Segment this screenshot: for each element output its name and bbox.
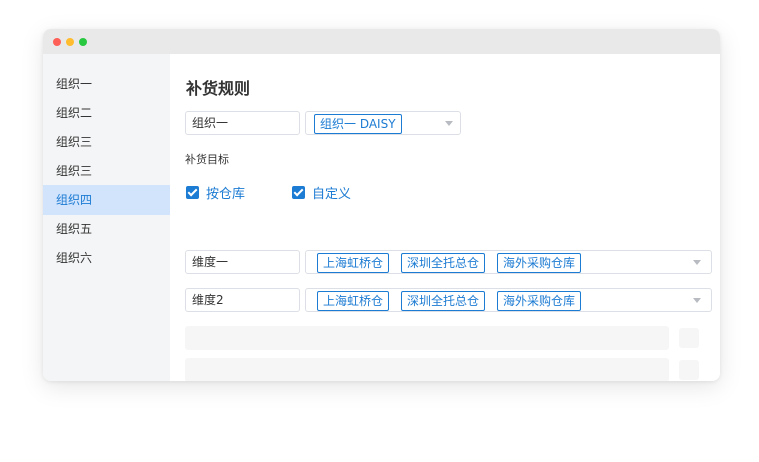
org-select[interactable]: 组织一 DAISY <box>305 111 461 135</box>
checkbox-by-warehouse[interactable]: 按仓库 <box>186 183 245 202</box>
caret-down-icon <box>693 298 701 303</box>
checkbox-custom-label: 自定义 <box>312 187 352 202</box>
checkmark-icon <box>186 186 199 199</box>
window-minimize-dot[interactable] <box>66 38 74 46</box>
window-titlebar <box>43 29 720 54</box>
caret-down-icon <box>693 260 701 265</box>
warehouse-tag[interactable]: 海外采购仓库 <box>497 253 582 273</box>
warehouse-tag[interactable]: 海外采购仓库 <box>497 291 582 311</box>
sidebar-item-org-3b[interactable]: 组织三 <box>43 156 170 186</box>
sidebar-item-org-5[interactable]: 组织五 <box>43 214 170 244</box>
warehouse-tag[interactable]: 上海虹桥仓 <box>317 291 390 311</box>
skeleton-row <box>185 326 669 350</box>
skeleton-action <box>679 328 699 348</box>
main-panel: 补货规则 组织一 组织一 DAISY 补货目标 按仓库 自定义 维度一 上海虹桥… <box>170 54 720 381</box>
warehouse-tag[interactable]: 深圳全托总仓 <box>401 253 486 273</box>
target-label: 补货目标 <box>185 153 229 166</box>
warehouse-select-2[interactable]: 上海虹桥仓 深圳全托总仓 海外采购仓库 <box>305 288 712 312</box>
warehouse-tag[interactable]: 上海虹桥仓 <box>317 253 390 273</box>
org-input[interactable]: 组织一 <box>185 111 300 135</box>
sidebar-item-org-6[interactable]: 组织六 <box>43 243 170 273</box>
sidebar-item-org-1[interactable]: 组织一 <box>43 69 170 99</box>
app-window: 组织一 组织二 组织三 组织三 组织四 组织五 组织六 补货规则 组织一 组织一… <box>43 29 720 381</box>
checkbox-custom[interactable]: 自定义 <box>292 183 351 202</box>
sidebar: 组织一 组织二 组织三 组织三 组织四 组织五 组织六 <box>43 54 170 381</box>
warehouse-select-1[interactable]: 上海虹桥仓 深圳全托总仓 海外采购仓库 <box>305 250 712 274</box>
dimension-name-input-2[interactable]: 维度2 <box>185 288 300 312</box>
window-close-dot[interactable] <box>53 38 61 46</box>
warehouse-tag[interactable]: 深圳全托总仓 <box>401 291 486 311</box>
checkbox-by-warehouse-label: 按仓库 <box>206 187 246 202</box>
sidebar-item-org-4[interactable]: 组织四 <box>43 185 170 215</box>
page-title: 补货规则 <box>186 79 251 98</box>
skeleton-row <box>185 358 669 381</box>
sidebar-item-org-3[interactable]: 组织三 <box>43 127 170 157</box>
org-select-tag[interactable]: 组织一 DAISY <box>314 114 402 134</box>
checkmark-icon <box>292 186 305 199</box>
sidebar-item-org-2[interactable]: 组织二 <box>43 98 170 128</box>
caret-down-icon <box>445 121 453 126</box>
skeleton-action <box>679 360 699 380</box>
window-maximize-dot[interactable] <box>79 38 87 46</box>
dimension-name-input-1[interactable]: 维度一 <box>185 250 300 274</box>
